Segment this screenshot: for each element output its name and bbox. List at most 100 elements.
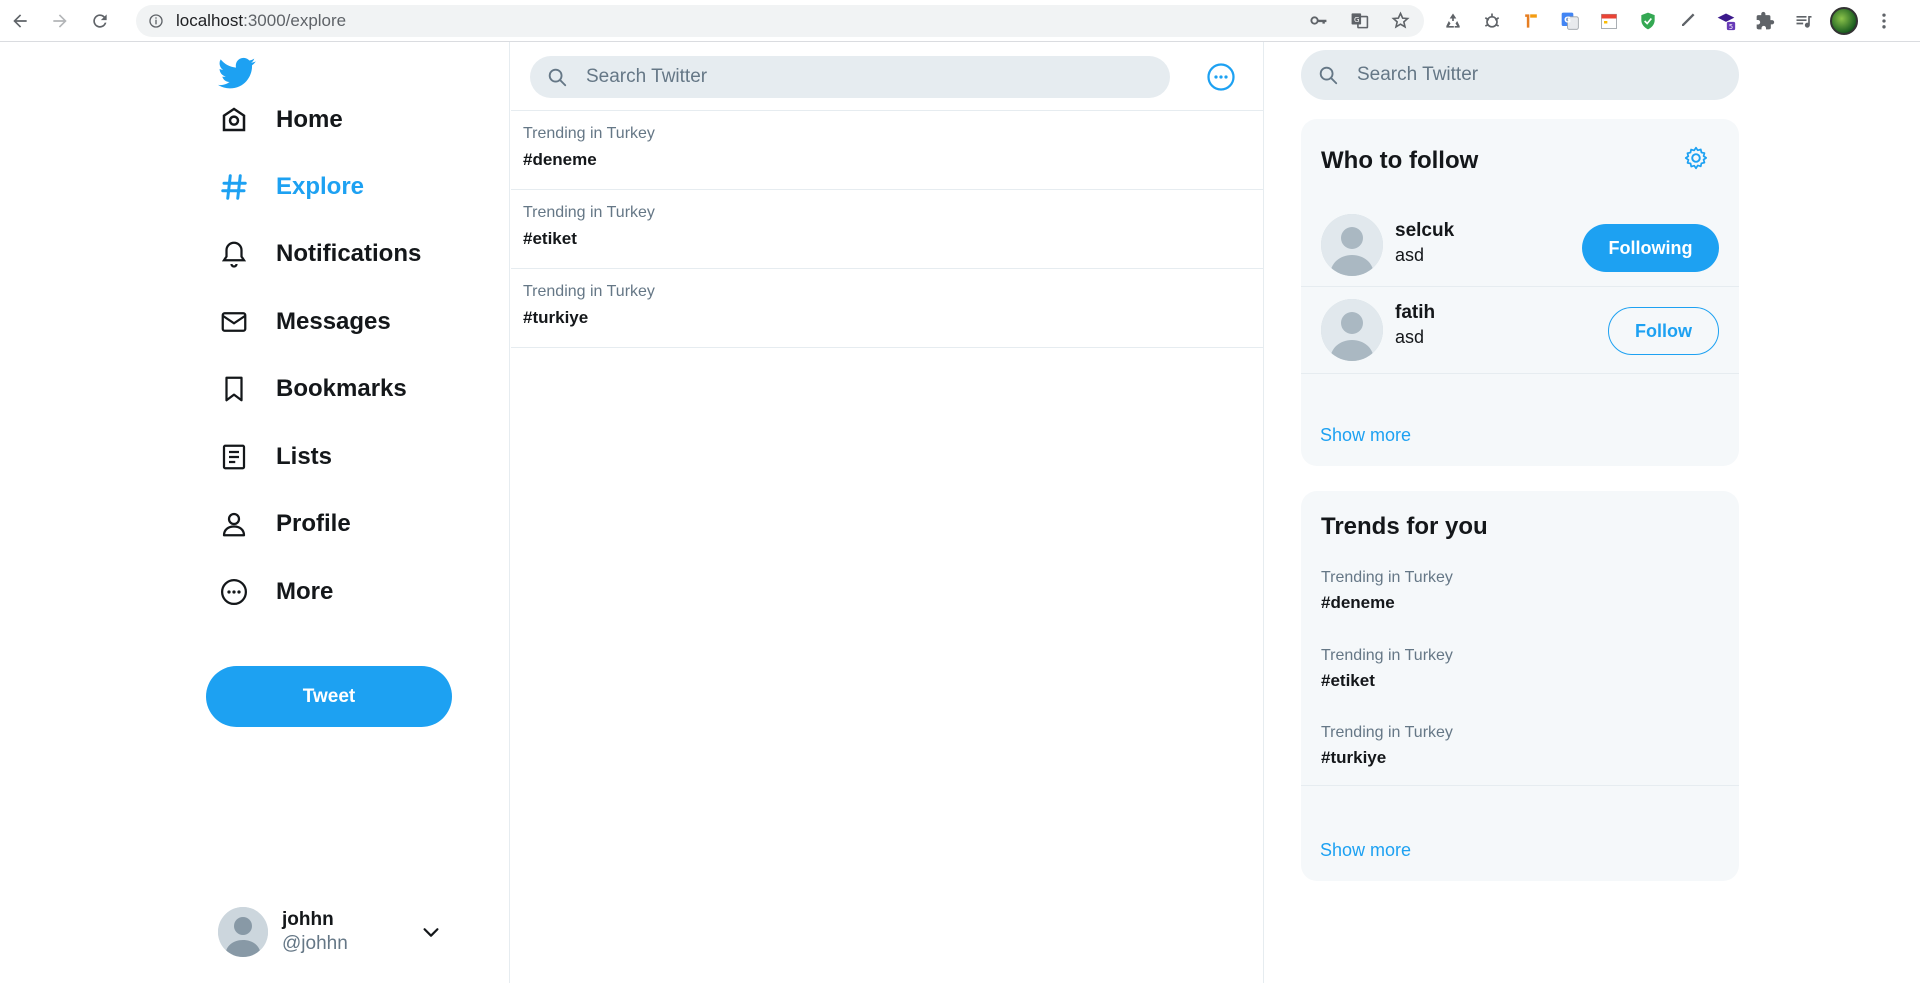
trend-list: Trending in Turkey #deneme Trending in T… bbox=[511, 110, 1263, 348]
extension-graduation[interactable]: 5 bbox=[1713, 8, 1739, 34]
arrow-left-icon bbox=[13, 13, 27, 28]
bell-icon bbox=[218, 238, 250, 270]
trend-hashtag: #etiket bbox=[1321, 671, 1375, 690]
extension-bug[interactable] bbox=[1479, 8, 1505, 34]
sidebar-item-label: Messages bbox=[276, 308, 391, 335]
extension-recycle[interactable] bbox=[1440, 8, 1466, 34]
trend-item[interactable]: Trending in Turkey #etiket bbox=[1321, 647, 1453, 691]
search-input[interactable] bbox=[586, 66, 1086, 88]
info-icon bbox=[149, 14, 163, 28]
tweet-button[interactable]: Tweet bbox=[206, 666, 452, 727]
forward-button[interactable] bbox=[40, 3, 80, 39]
search-icon bbox=[1317, 64, 1339, 86]
graduation-cap-icon: 5 bbox=[1717, 13, 1736, 31]
browser-toolbar: localhost:3000/explore G G 5 bbox=[0, 0, 1920, 42]
bookmark-icon bbox=[218, 373, 250, 405]
panel-title: Who to follow bbox=[1321, 147, 1479, 174]
sidebar-item-label: Notifications bbox=[276, 240, 422, 267]
panel-title: Trends for you bbox=[1321, 513, 1488, 540]
trend-item[interactable]: Trending in Turkey #turkiye bbox=[1321, 724, 1453, 768]
extensions-bar: G 5 bbox=[1440, 7, 1897, 35]
show-more-link[interactable]: Show more bbox=[1320, 840, 1411, 861]
extension-shield[interactable] bbox=[1635, 8, 1661, 34]
kebab-menu-icon bbox=[1882, 13, 1886, 29]
trend-hashtag: #turkiye bbox=[1321, 748, 1387, 767]
sidebar-item-label: Home bbox=[276, 106, 343, 133]
home-icon bbox=[218, 104, 250, 136]
svg-text:5: 5 bbox=[1729, 23, 1733, 31]
sidebar-item-profile[interactable]: Profile bbox=[218, 502, 351, 546]
suggestion-handle: asd bbox=[1395, 245, 1425, 265]
left-sidebar: Home Explore Notifications Messages Book… bbox=[0, 42, 510, 983]
trends-panel: Trends for you Trending in Turkey #denem… bbox=[1301, 491, 1739, 881]
trend-item[interactable]: Trending in Turkey #etiket bbox=[511, 190, 1263, 269]
reading-list[interactable] bbox=[1791, 8, 1817, 34]
puzzle-icon bbox=[1756, 11, 1775, 30]
hashtag-icon bbox=[218, 171, 250, 203]
sidebar-item-explore[interactable]: Explore bbox=[218, 165, 364, 209]
who-to-follow-panel: Who to follow selcuk asd Following fatih… bbox=[1301, 119, 1739, 466]
more-circle-icon bbox=[218, 576, 250, 608]
trend-context: Trending in Turkey bbox=[523, 204, 655, 221]
eyedropper-icon bbox=[1682, 13, 1695, 26]
suggestion-name: selcuk bbox=[1395, 220, 1455, 241]
extension-calendar[interactable] bbox=[1596, 8, 1622, 34]
search-input[interactable] bbox=[1357, 64, 1717, 86]
trend-context: Trending in Turkey bbox=[1321, 569, 1453, 586]
reload-icon bbox=[93, 13, 107, 28]
avatar bbox=[1321, 214, 1383, 276]
svg-text:G: G bbox=[1564, 15, 1571, 25]
twitter-bird-icon[interactable] bbox=[218, 54, 256, 92]
reload-button[interactable] bbox=[80, 3, 120, 39]
more-options-icon[interactable] bbox=[1206, 62, 1236, 92]
back-button[interactable] bbox=[0, 3, 40, 39]
explore-main: Trending in Turkey #deneme Trending in T… bbox=[511, 42, 1264, 983]
trend-context: Trending in Turkey bbox=[1321, 647, 1453, 664]
gear-icon[interactable] bbox=[1683, 145, 1709, 171]
recycle-icon bbox=[1446, 13, 1460, 28]
omnibox-actions: G bbox=[1309, 11, 1410, 30]
browser-menu[interactable] bbox=[1871, 8, 1897, 34]
account-switcher[interactable]: johhn @johhn bbox=[218, 904, 450, 960]
sidebar-item-label: Profile bbox=[276, 510, 351, 537]
trend-context: Trending in Turkey bbox=[523, 125, 655, 142]
url-host: localhost bbox=[176, 11, 244, 30]
browser-profile-avatar[interactable] bbox=[1830, 7, 1858, 35]
sidebar-item-bookmarks[interactable]: Bookmarks bbox=[218, 367, 407, 411]
search-icon bbox=[546, 66, 568, 88]
sidebar-item-more[interactable]: More bbox=[218, 570, 333, 614]
trend-item[interactable]: Trending in Turkey #deneme bbox=[511, 111, 1263, 190]
center-search-bar[interactable] bbox=[530, 56, 1170, 98]
extensions-menu[interactable] bbox=[1752, 8, 1778, 34]
avatar bbox=[218, 907, 268, 957]
bug-icon bbox=[1484, 13, 1500, 28]
key-icon[interactable] bbox=[1309, 11, 1328, 30]
trend-hashtag: #deneme bbox=[523, 150, 597, 169]
url-text: localhost:3000/explore bbox=[176, 11, 346, 31]
sidebar-item-home[interactable]: Home bbox=[218, 98, 343, 142]
trend-item[interactable]: Trending in Turkey #deneme bbox=[1321, 569, 1453, 613]
sidebar-item-lists[interactable]: Lists bbox=[218, 435, 332, 479]
following-button[interactable]: Following bbox=[1582, 224, 1719, 272]
extension-google-translate[interactable]: G bbox=[1557, 8, 1583, 34]
chevron-down-icon[interactable] bbox=[420, 921, 442, 943]
show-more-link[interactable]: Show more bbox=[1320, 425, 1411, 446]
follow-button[interactable]: Follow bbox=[1608, 307, 1719, 355]
envelope-icon bbox=[218, 306, 250, 338]
trend-hashtag: #deneme bbox=[1321, 593, 1395, 612]
extension-tag[interactable] bbox=[1518, 8, 1544, 34]
right-search-bar[interactable] bbox=[1301, 50, 1739, 100]
star-icon[interactable] bbox=[1391, 11, 1410, 30]
trend-hashtag: #etiket bbox=[523, 229, 577, 248]
follow-suggestion[interactable]: fatih asd Follow bbox=[1301, 287, 1739, 374]
sidebar-item-messages[interactable]: Messages bbox=[218, 300, 391, 344]
follow-suggestion[interactable]: selcuk asd Following bbox=[1301, 200, 1739, 287]
sidebar-item-notifications[interactable]: Notifications bbox=[218, 232, 421, 276]
trend-context: Trending in Turkey bbox=[1321, 724, 1453, 741]
address-bar[interactable]: localhost:3000/explore G bbox=[136, 5, 1424, 37]
extension-eyedropper[interactable] bbox=[1674, 8, 1700, 34]
sidebar-item-label: Bookmarks bbox=[276, 375, 407, 402]
account-name: johhn bbox=[282, 909, 334, 930]
translate-icon[interactable]: G bbox=[1350, 11, 1369, 30]
trend-item[interactable]: Trending in Turkey #turkiye bbox=[511, 269, 1263, 348]
